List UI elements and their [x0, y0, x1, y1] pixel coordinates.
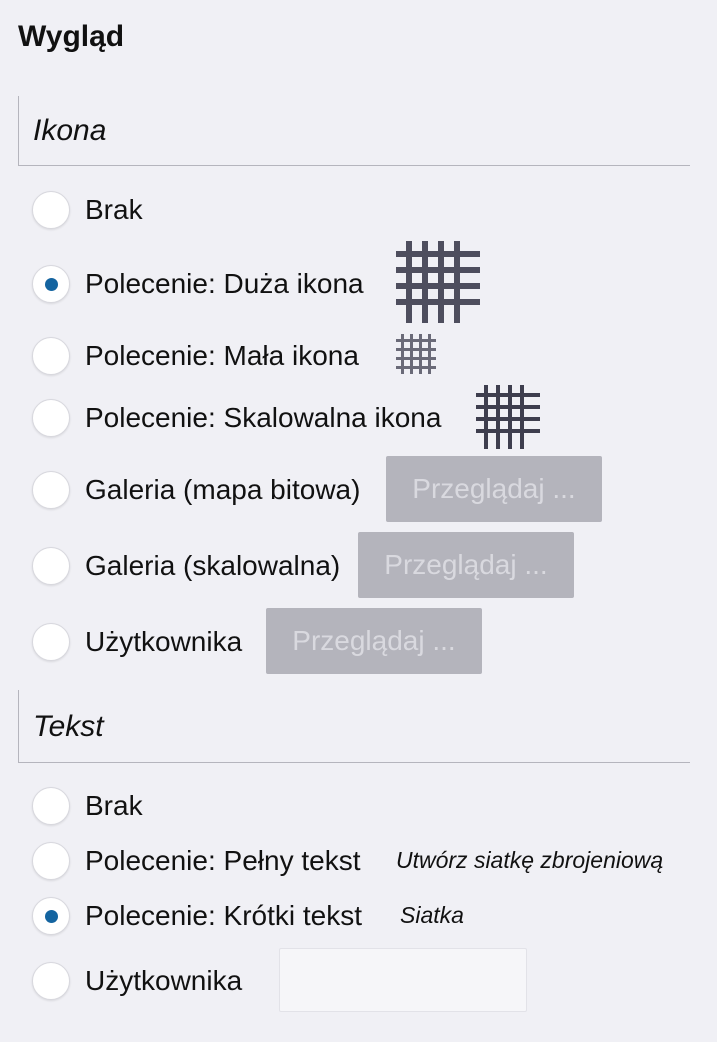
- icon-scalable-label: Polecenie: Skalowalna ikona: [85, 402, 442, 433]
- icon-large-radio[interactable]: [32, 265, 70, 303]
- icon-large-label: Polecenie: Duża ikona: [85, 268, 364, 299]
- gallery-scalable-radio[interactable]: [32, 547, 70, 585]
- text-short-radio[interactable]: [32, 897, 70, 935]
- icon-section-header: Ikona: [18, 96, 690, 166]
- gallery-bitmap-browse-button[interactable]: Przeglądaj ...: [386, 456, 602, 522]
- appearance-title: Wygląd: [18, 20, 125, 53]
- icon-none-label: Brak: [85, 194, 143, 225]
- gallery-bitmap-radio[interactable]: [32, 471, 70, 509]
- icon-user-browse-button[interactable]: Przeglądaj ...: [266, 608, 482, 674]
- radio-selected-dot: [44, 277, 58, 291]
- icon-option-large[interactable]: Polecenie: Duża ikona: [32, 264, 364, 304]
- icon-option-gallery-scalable[interactable]: Galeria (skalowalna): [32, 546, 340, 586]
- text-option-short[interactable]: Polecenie: Krótki tekst: [32, 896, 362, 936]
- text-user-radio[interactable]: [32, 962, 70, 1000]
- text-none-radio[interactable]: [32, 787, 70, 825]
- grid-scalable-icon: [476, 385, 540, 449]
- icon-option-gallery-bitmap[interactable]: Galeria (mapa bitowa): [32, 470, 360, 510]
- text-user-label: Użytkownika: [85, 965, 243, 996]
- text-option-full[interactable]: Polecenie: Pełny tekst: [32, 841, 361, 881]
- text-none-label: Brak: [85, 790, 143, 821]
- text-section-title: Tekst: [33, 710, 104, 743]
- grid-small-icon: [396, 334, 436, 374]
- user-text-input[interactable]: [279, 948, 527, 1012]
- radio-selected-dot: [44, 909, 58, 923]
- icon-option-user[interactable]: Użytkownika: [32, 622, 242, 662]
- icon-small-label: Polecenie: Mała ikona: [85, 340, 359, 371]
- icon-section-title: Ikona: [33, 114, 107, 147]
- icon-user-label: Użytkownika: [85, 626, 243, 657]
- icon-none-radio[interactable]: [32, 191, 70, 229]
- grid-large-icon: [396, 241, 480, 323]
- icon-option-scalable[interactable]: Polecenie: Skalowalna ikona: [32, 398, 441, 438]
- icon-option-none[interactable]: Brak: [32, 190, 143, 230]
- text-short-label: Polecenie: Krótki tekst: [85, 900, 363, 931]
- short-text-preview: Siatka: [400, 902, 464, 928]
- text-option-user[interactable]: Użytkownika: [32, 961, 242, 1001]
- text-section-header: Tekst: [18, 690, 690, 763]
- gallery-scalable-label: Galeria (skalowalna): [85, 550, 341, 581]
- gallery-scalable-browse-button[interactable]: Przeglądaj ...: [358, 532, 574, 598]
- icon-user-radio[interactable]: [32, 623, 70, 661]
- text-option-none[interactable]: Brak: [32, 786, 143, 826]
- text-full-label: Polecenie: Pełny tekst: [85, 845, 361, 876]
- icon-option-small[interactable]: Polecenie: Mała ikona: [32, 336, 359, 376]
- icon-scalable-radio[interactable]: [32, 399, 70, 437]
- text-full-radio[interactable]: [32, 842, 70, 880]
- gallery-bitmap-label: Galeria (mapa bitowa): [85, 474, 361, 505]
- icon-small-radio[interactable]: [32, 337, 70, 375]
- full-text-preview: Utwórz siatkę zbrojeniową: [396, 847, 664, 873]
